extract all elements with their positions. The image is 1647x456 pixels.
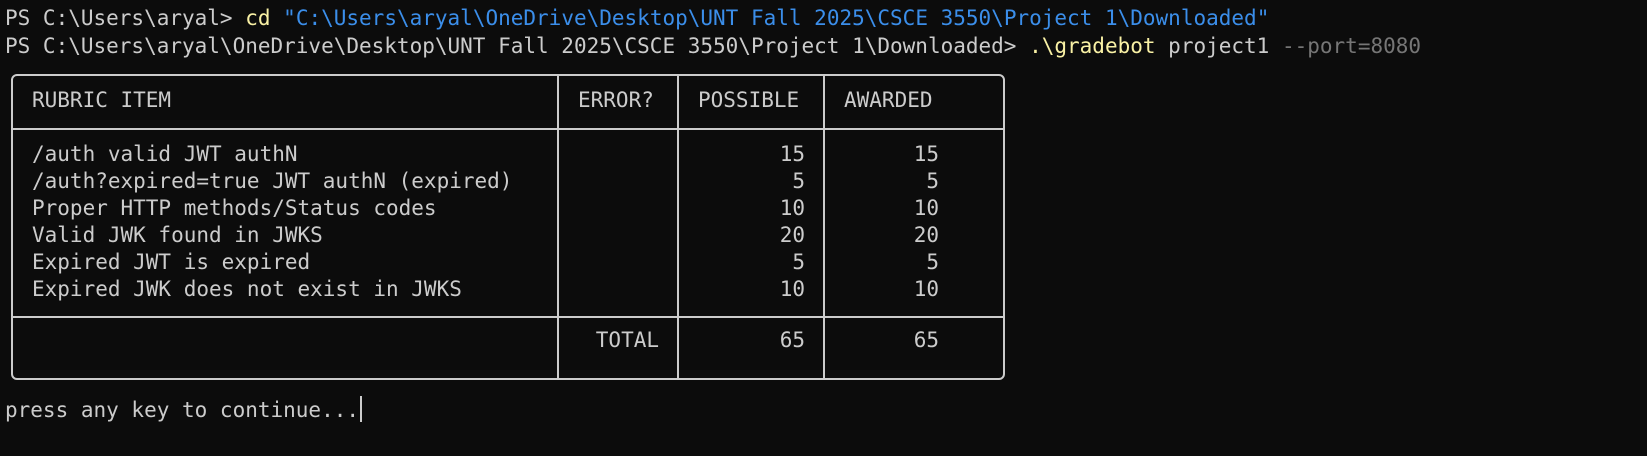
- total-divider: [13, 316, 1003, 318]
- total-possible: 65: [779, 328, 805, 352]
- row-possible: 5: [792, 169, 805, 193]
- text-cursor: [360, 396, 363, 422]
- row-item: Proper HTTP methods/Status codes: [32, 196, 437, 220]
- row-possible: 20: [779, 223, 805, 247]
- row-possible: 10: [779, 277, 805, 301]
- header-error: ERROR?: [578, 88, 654, 112]
- header-divider: [13, 128, 1003, 130]
- row-item: Valid JWK found in JWKS: [32, 223, 323, 247]
- terminal-line-gradebot: PS C:\Users\aryal\OneDrive\Desktop\UNT F…: [5, 32, 1421, 60]
- row-awarded: 15: [913, 142, 939, 166]
- command-flag: --port=8080: [1281, 34, 1422, 58]
- total-awarded: 65: [913, 328, 939, 352]
- command-text: cd: [245, 6, 271, 30]
- column-divider: [823, 76, 825, 378]
- row-awarded: 20: [913, 223, 939, 247]
- header-awarded: AWARDED: [844, 88, 933, 112]
- row-item: /auth?expired=true JWT authN (expired): [32, 169, 513, 193]
- terminal-line-cd: PS C:\Users\aryal> cd "C:\Users\aryal\On…: [5, 4, 1269, 32]
- prompt-text: PS C:\Users\aryal>: [5, 6, 246, 30]
- header-rubric-item: RUBRIC ITEM: [32, 88, 172, 112]
- row-awarded: 10: [913, 277, 939, 301]
- total-label: TOTAL: [595, 328, 659, 352]
- command-text: .\gradebot: [1029, 34, 1156, 58]
- row-possible: 10: [779, 196, 805, 220]
- row-item: /auth valid JWT authN: [32, 142, 298, 166]
- row-awarded: 10: [913, 196, 939, 220]
- prompt-text: PS C:\Users\aryal\OneDrive\Desktop\UNT F…: [5, 34, 1030, 58]
- row-awarded: 5: [926, 250, 939, 274]
- column-divider: [677, 76, 679, 378]
- row-item: Expired JWT is expired: [32, 250, 311, 274]
- row-item: Expired JWK does not exist in JWKS: [32, 277, 462, 301]
- row-possible: 15: [779, 142, 805, 166]
- row-possible: 5: [792, 250, 805, 274]
- press-key-line: press any key to continue...: [5, 396, 363, 424]
- path-argument: "C:\Users\aryal\OneDrive\Desktop\UNT Fal…: [283, 6, 1270, 30]
- row-awarded: 5: [926, 169, 939, 193]
- rubric-table: RUBRIC ITEM ERROR? POSSIBLE AWARDED /aut…: [11, 74, 1005, 380]
- header-possible: POSSIBLE: [698, 88, 800, 112]
- press-key-text: press any key to continue...: [5, 398, 360, 422]
- command-argument: project1: [1155, 34, 1282, 58]
